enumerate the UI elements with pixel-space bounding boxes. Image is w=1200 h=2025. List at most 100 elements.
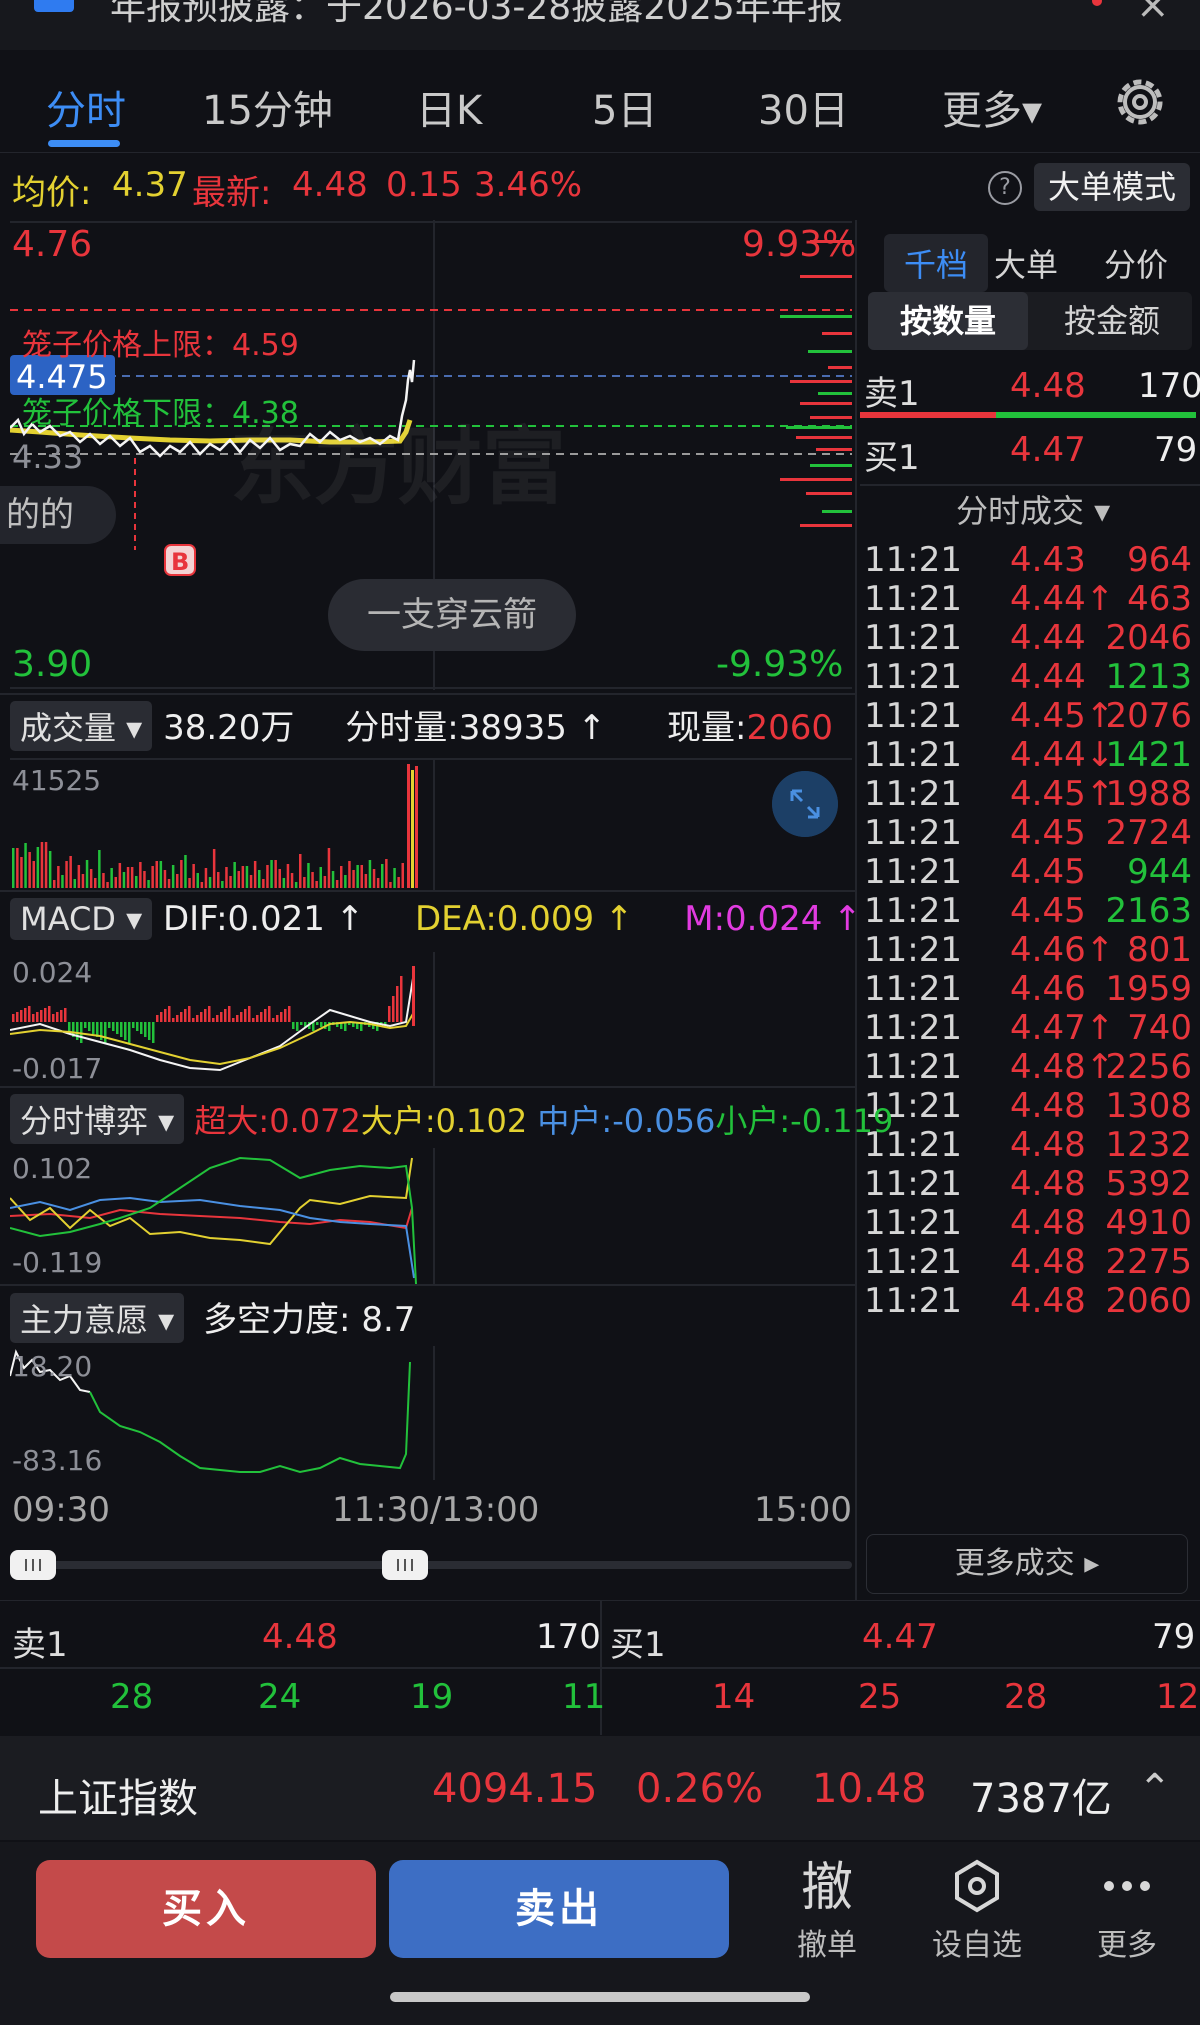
volume-bar	[221, 881, 224, 888]
macd-bar	[224, 1009, 227, 1022]
volume-bars	[12, 842, 404, 888]
volume-bar	[278, 869, 281, 888]
tab-intraday[interactable]: 分时	[46, 78, 126, 136]
ask-level: 24	[258, 1677, 302, 1717]
trade-price: 4.45↑	[1010, 774, 1115, 814]
indicator-pill[interactable]: 的的	[0, 486, 116, 544]
more-trades-button[interactable]: 更多成交 ▸	[866, 1534, 1188, 1594]
volume-bar	[299, 854, 302, 888]
trade-price: 4.46	[1010, 969, 1086, 1009]
macd-dropdown[interactable]: MACD ▾	[10, 898, 153, 940]
trades-title[interactable]: 分时成交 ▾	[956, 486, 1110, 532]
volume-bar	[16, 848, 19, 888]
volume-bar	[385, 859, 388, 888]
macd-chart[interactable]: 0.024 -0.017	[10, 952, 852, 1086]
big-order-mode-button[interactable]: 大单模式	[1034, 163, 1190, 211]
macd-bar	[144, 1022, 147, 1037]
tab-30day[interactable]: 30日	[758, 78, 849, 136]
by-quantity-toggle[interactable]: 按数量	[868, 292, 1028, 350]
index-ticker[interactable]: 上证指数 4094.15 0.26% 10.48 7387亿 ⌃	[0, 1736, 1200, 1840]
trade-time: 11:21	[864, 1047, 962, 1087]
macd-bottom: -0.017	[12, 1052, 102, 1085]
range-slider[interactable]	[10, 1550, 852, 1580]
bid-level: 12	[1156, 1677, 1200, 1717]
expand-icon[interactable]	[772, 771, 838, 837]
macd-bar	[108, 1022, 111, 1028]
ask-label: 卖1	[864, 374, 920, 414]
main-force-dropdown[interactable]: 主力意愿 ▾	[10, 1293, 185, 1343]
tab-thousand-levels[interactable]: 千档	[884, 234, 989, 292]
cur-volume-label: 现量:	[666, 708, 747, 748]
macd-bar	[116, 1022, 119, 1034]
trade-price: 4.48	[1010, 1281, 1086, 1321]
sell-button[interactable]: 卖出	[389, 1860, 729, 1958]
tab-15min[interactable]: 15分钟	[202, 78, 333, 136]
volume-bar	[212, 849, 216, 888]
divider	[0, 1284, 855, 1286]
tab-price-distribution[interactable]: 分价	[1104, 240, 1168, 286]
time-end: 15:00	[754, 1490, 852, 1530]
min-volume-value: 38935	[458, 708, 567, 748]
tab-more[interactable]: 更多▾	[942, 78, 1042, 136]
close-icon[interactable]: ×	[1136, 0, 1170, 28]
trade-price: 4.44↑	[1010, 579, 1115, 619]
add-watchlist-button[interactable]: 设自选	[912, 1856, 1042, 1964]
main-force-header: 主力意愿 ▾ 多空力度: 8.7	[10, 1292, 415, 1343]
cancel-order-icon: 撤	[800, 1858, 853, 1918]
trade-volume: 1232	[1105, 1125, 1192, 1165]
announcement-banner[interactable]: 年报预披露：于2026-03-28披露2025年年报 ×	[0, 0, 1200, 50]
speaker-icon	[34, 0, 74, 12]
flow-dropdown[interactable]: 分时博弈 ▾	[10, 1094, 185, 1144]
index-change: 10.48	[812, 1766, 927, 1812]
macd-bar	[156, 1015, 159, 1022]
trade-price: 4.47↑	[1010, 1008, 1115, 1048]
more-actions-button[interactable]: 更多	[1062, 1856, 1192, 1964]
macd-bar	[32, 1014, 35, 1022]
volume-bar	[184, 855, 187, 888]
top-price-label: 4.76	[12, 224, 93, 265]
gear-icon[interactable]	[1110, 72, 1170, 132]
level2-panel: 千档 大单 分价 按数量 按金额 卖1 4.48 170 买1 4.47 79 …	[860, 220, 1200, 1600]
volume-chart[interactable]: 41525	[10, 758, 852, 890]
pattern-signal-pill[interactable]: 一支穿云箭	[328, 579, 576, 651]
buy-marker[interactable]: B	[171, 548, 189, 576]
by-amount-toggle[interactable]: 按金额	[1032, 292, 1192, 350]
help-icon[interactable]: ?	[988, 171, 1022, 205]
main-force-chart[interactable]: 18.20 -83.16	[10, 1346, 852, 1480]
volume-bar	[192, 864, 195, 888]
volume-bar	[69, 856, 72, 888]
tab-big-orders[interactable]: 大单	[994, 240, 1058, 286]
bob-ask-price: 4.48	[262, 1617, 338, 1657]
tab-underline	[48, 140, 120, 147]
dif-value: DIF:0.021	[162, 899, 325, 939]
volume-bar	[368, 860, 372, 888]
tab-5day[interactable]: 5日	[592, 78, 657, 136]
price-change-pct: 3.46%	[474, 165, 583, 205]
home-indicator	[390, 1992, 810, 2002]
macd-bar	[16, 1012, 19, 1022]
macd-bar	[132, 1022, 135, 1028]
macd-bar	[152, 1022, 155, 1043]
volume-bar	[266, 865, 269, 888]
chevron-up-icon[interactable]: ⌃	[1138, 1766, 1172, 1812]
trade-volume: 4910	[1105, 1203, 1192, 1243]
volume-bar	[253, 861, 257, 888]
index-value: 4094.15	[432, 1766, 598, 1812]
volume-bar	[294, 882, 298, 888]
flow-chart[interactable]: 0.102 -0.119	[10, 1148, 852, 1284]
volume-bar	[155, 861, 158, 888]
ask-ratio-bar	[860, 412, 996, 418]
unit-toggle: 按数量 按金额	[868, 292, 1192, 350]
macd-bar	[148, 1022, 151, 1040]
macd-bar	[20, 1010, 23, 1022]
macd-bar	[212, 1018, 215, 1022]
tab-daily-k[interactable]: 日K	[416, 78, 482, 136]
buy-button[interactable]: 买入	[36, 1860, 376, 1958]
latest-price-label: 最新:	[192, 173, 272, 213]
volume-bar	[44, 842, 48, 888]
volume-dropdown[interactable]: 成交量 ▾	[10, 701, 153, 751]
volume-bar	[217, 872, 220, 888]
cancel-order-button[interactable]: 撤 撤单	[762, 1856, 892, 1964]
trade-time: 11:21	[864, 1281, 962, 1321]
time-axis: 09:30 11:30/13:00 15:00	[10, 1490, 852, 1540]
